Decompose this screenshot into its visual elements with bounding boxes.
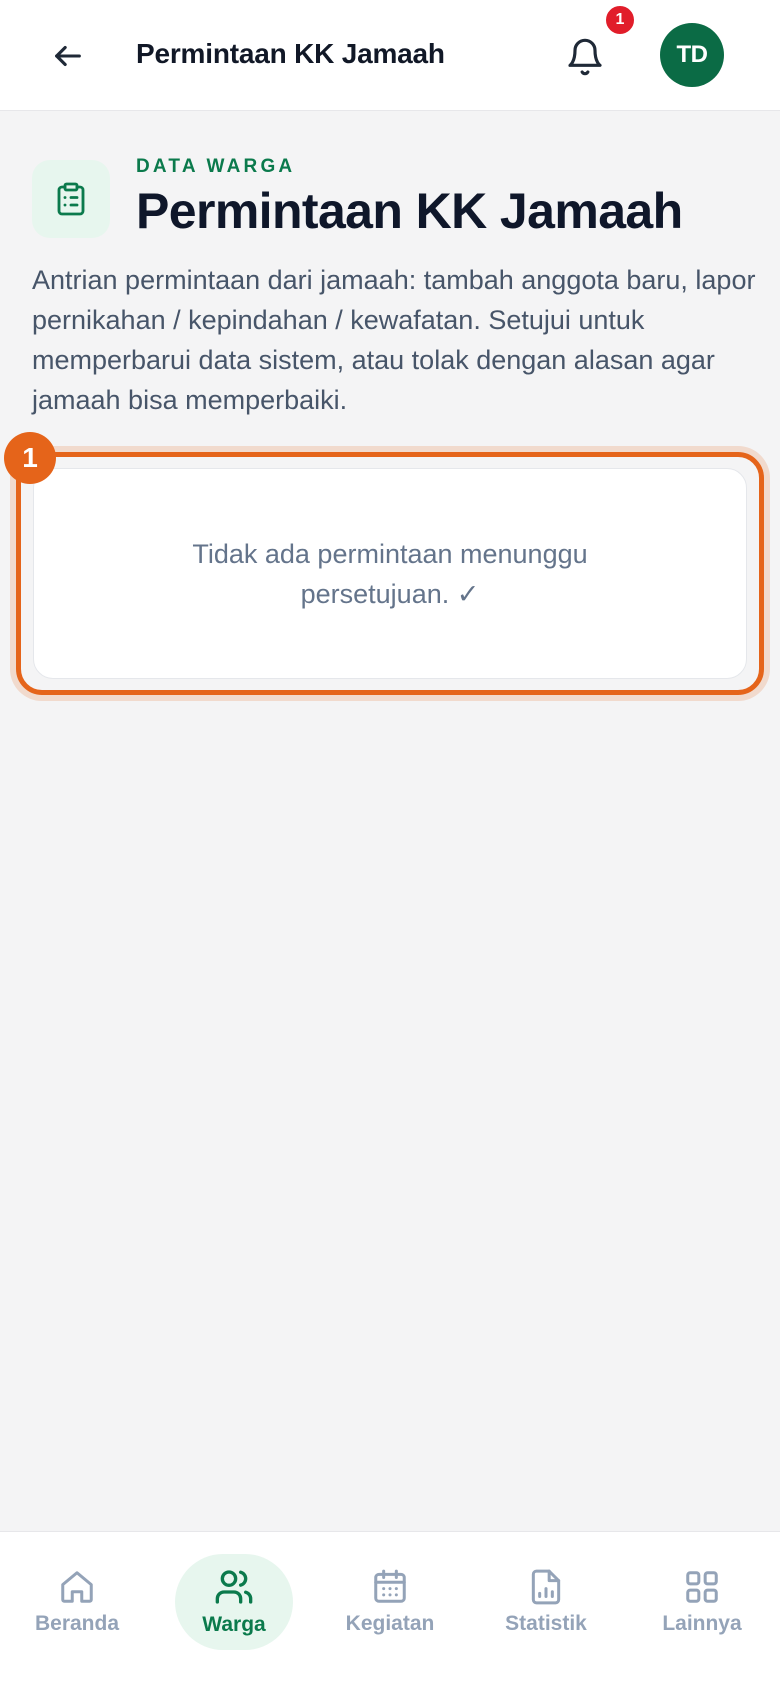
page-description: Antrian permintaan dari jamaah: tambah a… xyxy=(32,265,756,415)
avatar[interactable]: TD xyxy=(660,23,724,87)
annotation-marker: 1 xyxy=(4,432,56,484)
notifications-button[interactable] xyxy=(560,32,610,82)
bottom-nav: Beranda Warga Kegiatan Statistik Lainnya xyxy=(0,1531,780,1688)
empty-state-card: Tidak ada permintaan menunggu persetujua… xyxy=(33,468,747,679)
clipboard-list-icon xyxy=(57,182,85,216)
nav-item-warga[interactable]: Warga xyxy=(175,1554,293,1650)
bell-icon xyxy=(568,38,602,76)
nav-label: Beranda xyxy=(34,1612,120,1635)
nav-label: Warga xyxy=(202,1613,266,1636)
nav-label: Kegiatan xyxy=(345,1612,435,1635)
home-icon xyxy=(61,1571,93,1603)
clipboard-icon-tile xyxy=(32,160,110,238)
top-bar: Permintaan KK Jamaah 1 TD xyxy=(0,0,780,111)
empty-state-message: Tidak ada permintaan menunggu persetujua… xyxy=(192,538,588,609)
grid-icon xyxy=(686,1571,718,1603)
page-title: Permintaan KK Jamaah xyxy=(136,183,683,239)
back-button[interactable] xyxy=(44,32,92,80)
nav-item-lainnya[interactable]: Lainnya xyxy=(643,1554,761,1650)
arrow-left-icon xyxy=(55,45,81,67)
users-icon xyxy=(215,1570,253,1604)
topbar-title: Permintaan KK Jamaah xyxy=(136,38,445,69)
notification-badge: 1 xyxy=(604,4,636,36)
nav-label: Lainnya xyxy=(662,1612,742,1635)
nav-item-kegiatan[interactable]: Kegiatan xyxy=(331,1554,449,1650)
calendar-icon xyxy=(374,1569,406,1603)
nav-label: Statistik xyxy=(505,1612,587,1635)
chart-file-icon xyxy=(531,1569,561,1605)
nav-item-beranda[interactable]: Beranda xyxy=(18,1554,136,1650)
nav-item-statistik[interactable]: Statistik xyxy=(487,1554,605,1650)
section-eyebrow: DATA WARGA xyxy=(136,156,296,177)
